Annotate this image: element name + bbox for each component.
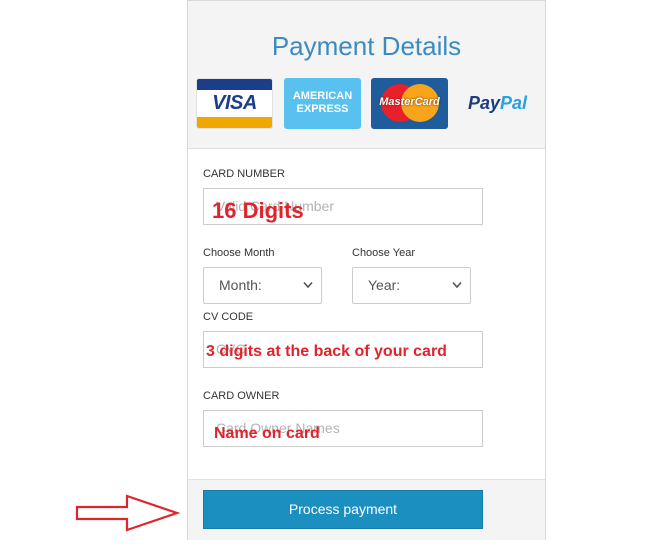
process-payment-button[interactable]: Process payment [203,490,483,529]
card-number-label: CARD NUMBER [203,168,285,180]
card-logos: VISA AMERICAN EXPRESS MasterCard PayPal [196,78,536,129]
chevron-down-icon [452,281,462,289]
card-number-annotation: 16 Digits [212,198,304,223]
amex-logo-line2: EXPRESS [296,103,349,115]
month-selected: Month: [219,277,262,293]
year-label: Choose Year [352,247,415,259]
cv-code-annotation: 3 digits at the back of your card [206,343,447,360]
mastercard-logo-text: MasterCard [379,96,440,108]
paypal-logo-text-b: Pal [500,93,528,113]
amex-logo: AMERICAN EXPRESS [284,78,361,129]
form-footer: Process payment [188,479,545,540]
paypal-logo-text-a: Pay [467,93,500,113]
paypal-logo: PayPal [459,78,536,129]
cv-code-label: CV CODE [203,311,254,323]
mastercard-logo: MasterCard [371,78,448,129]
month-label: Choose Month [203,247,275,259]
arrow-right-icon [75,494,181,532]
payment-panel: Payment Details VISA AMERICAN EXPRESS Ma… [187,0,546,540]
visa-logo-text: VISA [212,92,257,114]
amex-logo-line1: AMERICAN [292,90,353,102]
card-owner-annotation: Name on card [214,425,320,442]
page-title: Payment Details [271,31,462,61]
chevron-down-icon [303,281,313,289]
month-select[interactable]: Month: [203,267,322,304]
year-selected: Year: [368,277,401,293]
card-owner-label: CARD OWNER [203,390,280,402]
payment-header: Payment Details VISA AMERICAN EXPRESS Ma… [188,1,545,149]
visa-logo: VISA [196,78,273,129]
year-select[interactable]: Year: [352,267,471,304]
